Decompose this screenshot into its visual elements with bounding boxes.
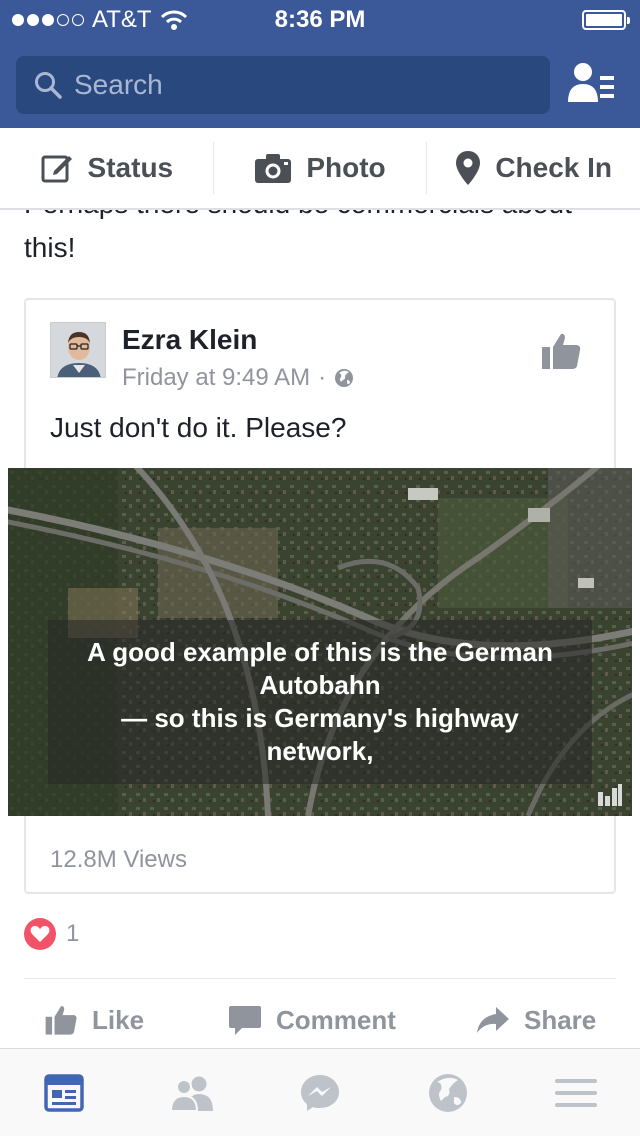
comment-label: Comment xyxy=(276,1004,396,1035)
news-feed[interactable]: Perhaps there should be commercials abou… xyxy=(0,210,640,1048)
caption-line: — so this is Germany's highway xyxy=(121,703,519,733)
search-icon xyxy=(34,71,62,99)
share-arrow-icon xyxy=(477,1007,509,1033)
video-caption: A good example of this is the German Aut… xyxy=(48,620,592,784)
like-button[interactable]: Like xyxy=(44,996,144,1044)
clock: 8:36 PM xyxy=(274,6,366,33)
status-label: Status xyxy=(87,152,174,183)
search-bar[interactable] xyxy=(16,56,550,114)
globe-icon xyxy=(335,369,354,387)
friend-requests-icon xyxy=(169,1076,213,1111)
volume-bars-icon[interactable] xyxy=(598,784,622,806)
like-label: Like xyxy=(92,1004,145,1035)
thumbs-up-icon xyxy=(45,1006,77,1035)
avatar[interactable] xyxy=(50,322,106,378)
video-player[interactable]: A good example of this is the German Aut… xyxy=(8,468,632,816)
composer-bar: Status Photo Check In xyxy=(0,128,640,210)
post-author[interactable]: Ezra Klein xyxy=(122,324,257,356)
caption-line: network, xyxy=(266,736,374,766)
view-count: 12.8M Views xyxy=(50,846,187,873)
share-label: Share xyxy=(524,1004,597,1035)
thumbs-up-icon xyxy=(542,333,581,369)
tab-messenger[interactable] xyxy=(256,1049,384,1136)
app-header: AT&T 8:36 PM xyxy=(0,0,640,128)
tab-news-feed[interactable] xyxy=(0,1049,128,1136)
search-input[interactable] xyxy=(74,69,514,101)
share-button[interactable]: Share xyxy=(476,996,596,1044)
love-reaction-icon xyxy=(24,918,56,950)
tab-bar xyxy=(0,1048,640,1136)
photo-button[interactable]: Photo xyxy=(214,128,427,208)
tab-notifications[interactable] xyxy=(384,1049,512,1136)
page-like-button[interactable] xyxy=(540,330,582,372)
caption-line: A good example of this is the German xyxy=(87,637,553,667)
check-in-label: Check In xyxy=(495,152,613,183)
check-in-button[interactable]: Check In xyxy=(427,128,640,208)
photo-label: Photo xyxy=(306,152,386,183)
caption-line: Autobahn xyxy=(259,670,381,700)
messenger-icon xyxy=(301,1074,339,1111)
news-feed-icon xyxy=(44,1073,84,1112)
location-pin-icon xyxy=(456,151,481,185)
previous-post-text: Perhaps there should be commercials abou… xyxy=(24,210,572,263)
comment-button[interactable]: Comment xyxy=(228,996,396,1044)
post-actions: Like Comment Share xyxy=(0,996,640,1044)
comment-icon xyxy=(229,1006,261,1035)
camera-icon xyxy=(255,154,292,183)
reaction-count: 1 xyxy=(66,920,80,947)
status-bar: AT&T 8:36 PM xyxy=(0,0,640,40)
edit-icon xyxy=(41,155,72,183)
post-timestamp[interactable]: Friday at 9:49 AM xyxy=(122,364,310,392)
menu-icon xyxy=(555,1078,597,1107)
status-button[interactable]: Status xyxy=(0,128,213,208)
actions-divider xyxy=(24,978,616,979)
post-text: Just don't do it. Please? xyxy=(50,412,347,443)
reactions-summary[interactable]: 1 xyxy=(24,918,79,950)
tab-friend-requests[interactable] xyxy=(128,1049,256,1136)
globe-icon xyxy=(429,1073,467,1112)
friends-list-icon xyxy=(568,63,614,102)
meta-separator: · xyxy=(318,364,327,391)
tab-more[interactable] xyxy=(512,1049,640,1136)
friends-list-button[interactable] xyxy=(566,60,618,108)
battery-icon xyxy=(582,10,630,30)
post-meta: Friday at 9:49 AM · xyxy=(122,364,354,392)
